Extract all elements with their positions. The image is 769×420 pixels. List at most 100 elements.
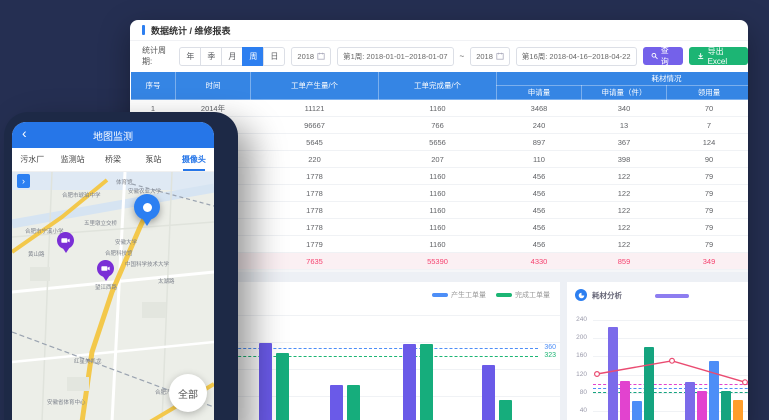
table-cell: 1160 [379,236,497,253]
map-label: 安徽省体育中心 [47,398,86,406]
camera-pin[interactable] [97,260,114,277]
table-cell: 398 [582,151,667,168]
camera-pin[interactable] [57,232,74,249]
bar [733,400,743,420]
table-cell: 1779 [251,236,379,253]
app-title: 地图监测 [93,128,133,143]
download-icon [697,52,704,60]
bar [632,401,642,420]
chart-header: 耗材分析 [575,289,622,301]
table-cell: 4330 [497,253,582,270]
table-cell: 55390 [379,253,497,270]
table-cell: 79 [667,185,749,202]
period-option-年[interactable]: 年 [179,47,201,66]
table-cell: 79 [667,168,749,185]
map-label: 合肥市宁溪小学 [25,227,64,235]
table-cell: 1778 [251,185,379,202]
reference-label: 323 [544,352,556,359]
map-label: 红星美凯龙 [74,357,102,365]
table-cell: 7635 [251,253,379,270]
map-label: 黄山路 [28,250,45,258]
range-separator: ~ [460,52,465,61]
bar-完成工单量 [499,400,512,420]
workorder-bar-chart: 产生工单量完成工单量360323 [208,282,560,420]
legend-pill [432,293,448,297]
table-cell: 1778 [251,202,379,219]
table-cell: 367 [582,134,667,151]
bar [709,361,719,420]
table-cell: 96667 [251,117,379,134]
calendar-icon [317,52,325,60]
y-axis-tick: 200 [569,334,587,341]
filter-toolbar: 统计周期: 年季月周日 2018 第1周: 2018-01-01~2018-01… [130,41,748,71]
bar-产生工单量 [259,343,272,420]
bar [644,347,654,420]
tab-摄像头[interactable]: 摄像头 [174,148,214,171]
table-cell: 79 [667,202,749,219]
group-header: 耗材情况 [497,72,749,86]
back-button[interactable]: ‹ [22,125,27,141]
period-segmented-control: 年季月周日 [179,47,285,66]
table-cell: 122 [582,202,667,219]
legend-item-完成工单量: 完成工单量 [496,290,550,300]
legend-label: 完成工单量 [515,290,550,300]
y-axis-tick: 240 [569,316,587,323]
start-year-select[interactable]: 2018 [291,47,331,66]
period-option-月[interactable]: 月 [221,47,243,66]
tab-桥梁[interactable]: 桥梁 [93,148,133,171]
bar [697,391,707,420]
y-axis-tick: 40 [569,407,587,414]
tab-泵站[interactable]: 泵站 [133,148,173,171]
table-cell: 124 [667,134,749,151]
table-cell: 1160 [379,168,497,185]
map-canvas[interactable]: 体育馆安徽农业大学合肥市琥珀中学五里墩立交桥合肥市宁溪小学安徽大学合肥科技馆中国… [12,172,214,420]
bar-完成工单量 [347,385,360,420]
calendar-icon [496,52,504,60]
y-axis-tick: 160 [569,352,587,359]
table-cell: 456 [497,168,582,185]
line-legend-pill [655,294,689,298]
desktop-background: 数据统计 / 维修报表 统计周期: 年季月周日 2018 第1周: 2018-0… [0,0,769,420]
app-header: ‹ 地图监测 [12,122,214,148]
table-cell: 349 [667,253,749,270]
table-cell: 456 [497,202,582,219]
camera-icon [61,237,70,244]
expand-panel-button[interactable]: › [17,174,30,188]
map-label: 五里墩立交桥 [84,219,117,227]
table-cell: 122 [582,236,667,253]
map-label: 合肥科技馆 [105,249,133,257]
show-all-button[interactable]: 全部 [169,374,207,412]
pie-chart-icon [575,289,587,301]
map-label: 安徽大学 [115,238,137,246]
table-cell: 897 [497,134,582,151]
bar [608,327,618,420]
period-option-周[interactable]: 周 [242,47,264,66]
chart-title: 耗材分析 [592,290,622,301]
table-cell: 220 [251,151,379,168]
reference-line [208,348,538,349]
end-week-input[interactable]: 第16周: 2018-04-16~2018-04-22 [516,47,637,66]
bar-产生工单量 [482,365,495,420]
end-year-select[interactable]: 2018 [470,47,510,66]
period-option-日[interactable]: 日 [263,47,285,66]
start-week-input[interactable]: 第1周: 2018-01-01~2018-01-07 [337,47,453,66]
table-cell: 766 [379,117,497,134]
table-cell: 207 [379,151,497,168]
table-cell: 1160 [379,219,497,236]
sub-column-header: 领用量 [667,86,749,100]
tab-监测站[interactable]: 监测站 [52,148,92,171]
period-option-季[interactable]: 季 [200,47,222,66]
selected-camera-pin[interactable] [134,194,160,220]
legend-item-产生工单量: 产生工单量 [432,290,486,300]
table-cell: 456 [497,185,582,202]
query-button[interactable]: 查询 [643,47,684,65]
map-label: 合肥市琥珀中学 [62,191,101,199]
table-cell: 340 [582,100,667,117]
tab-污水厂[interactable]: 污水厂 [12,148,52,171]
column-header: 序号 [131,72,176,100]
export-excel-button[interactable]: 导出Excel [689,47,748,65]
table-cell: 1778 [251,219,379,236]
table-cell: 122 [582,168,667,185]
table-cell: 1160 [379,100,497,117]
chart-legend: 产生工单量 完成工单量 [432,290,550,300]
